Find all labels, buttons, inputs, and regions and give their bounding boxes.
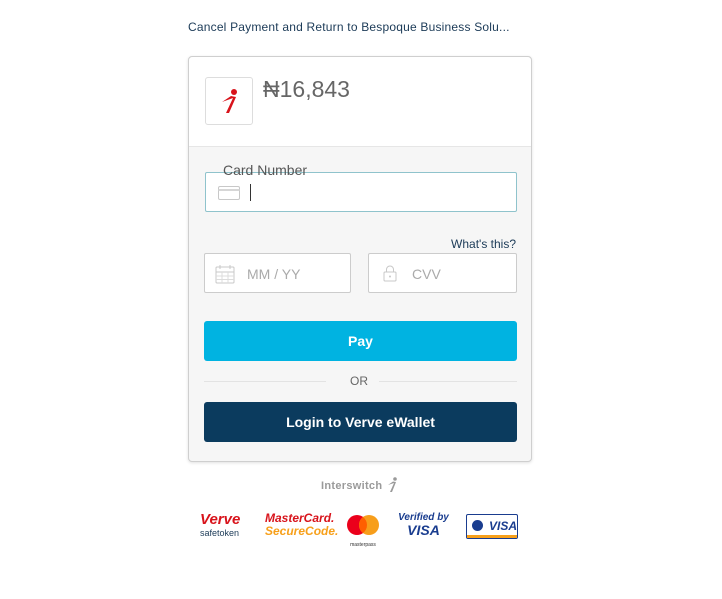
masterpass-logo-text: masterpass [350,542,376,548]
interswitch-logo-icon [388,477,397,492]
verve-safetoken-logo: Verve safetoken [200,512,250,539]
pay-button[interactable]: Pay [204,321,517,361]
or-divider: OR [204,373,517,389]
lock-icon [383,265,397,282]
payment-amount: ₦16,843 [263,76,350,102]
verve-logo-text: Verve [200,511,241,528]
securecode-logo-text: SecureCode. [265,524,339,538]
card-header: ₦16,843 [189,57,531,147]
interswitch-mark-icon [222,89,237,113]
merchant-logo [205,77,253,125]
mastercard-securecode-logo: MasterCard. SecureCode. [265,512,339,538]
card-number-label: Card Number [223,162,308,178]
visa-logo-text: VISA [489,519,518,533]
visa-stripe [467,535,517,538]
login-verve-ewallet-button[interactable]: Login to Verve eWallet [204,402,517,442]
payment-card: ₦16,843 Card Number What's this? MM / YY [188,56,532,462]
credit-card-icon [218,186,240,200]
visa-badge-icon [472,520,483,531]
expiry-placeholder: MM / YY [247,266,301,282]
divider-line [379,381,517,382]
whats-this-link[interactable]: What's this? [451,237,516,251]
calendar-icon [215,265,235,284]
cvv-placeholder: CVV [412,266,441,282]
divider-line [204,381,326,382]
verified-by-visa-logo: Verified by VISA [396,512,451,538]
vbv-visa-text: VISA [407,522,440,538]
mastercard-circles-icon [347,515,379,535]
text-cursor [250,184,251,201]
expiry-date-input[interactable]: MM / YY [204,253,351,293]
masterpass-logo: masterpass [345,514,381,548]
cvv-input[interactable]: CVV [368,253,517,293]
card-number-field[interactable] [205,172,517,212]
visa-logo: VISA [466,514,518,539]
interswitch-brand-text: Interswitch [321,480,383,492]
safetoken-logo-text: safetoken [200,528,240,538]
cancel-payment-link[interactable]: Cancel Payment and Return to Bespoque Bu… [188,20,510,34]
or-label: OR [350,374,368,388]
